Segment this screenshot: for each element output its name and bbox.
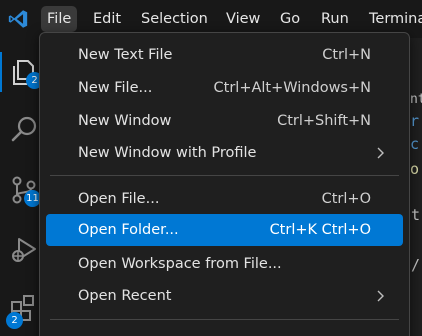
menu-item-new-file[interactable]: New File... Ctrl+Alt+Windows+N (46, 72, 403, 104)
menu-run[interactable]: Run (315, 6, 355, 32)
menu-go[interactable]: Go (274, 6, 306, 32)
menu-item-label: New Text File (78, 47, 173, 63)
menu-file[interactable]: File (41, 6, 78, 32)
menu-item-shortcut: Ctrl+N (322, 47, 371, 63)
chevron-right-icon (377, 147, 384, 159)
menu-item-label: New Window (78, 113, 172, 129)
source-control-button[interactable]: 11 (8, 174, 41, 207)
file-menu-dropdown: New Text File Ctrl+N New File... Ctrl+Al… (39, 32, 410, 336)
editor-text-fragment: c (410, 135, 420, 153)
editor-text-fragment: t (411, 206, 421, 224)
menu-separator (50, 175, 399, 176)
search-button[interactable] (8, 114, 40, 146)
menu-item-label: New File... (78, 80, 153, 96)
menu-item-new-text-file[interactable]: New Text File Ctrl+N (46, 39, 403, 71)
menu-item-shortcut: Ctrl+Shift+N (277, 113, 371, 129)
menu-item-label: Open Recent (78, 288, 172, 304)
explorer-button[interactable]: 2 (8, 56, 43, 89)
editor-text-fragment: / (411, 256, 421, 274)
menu-item-open-file[interactable]: Open File... Ctrl+O (46, 183, 403, 215)
vscode-logo-icon[interactable] (7, 8, 29, 30)
menu-item-open-recent[interactable]: Open Recent (46, 280, 403, 312)
extensions-badge: 2 (6, 312, 23, 329)
menu-item-label: Open Folder... (78, 222, 179, 238)
menu-separator (50, 319, 399, 320)
menu-item-shortcut: Ctrl+K Ctrl+O (269, 222, 371, 238)
vscode-window: File Edit Selection View Go Run Terminal… (0, 0, 422, 336)
menu-item-shortcut: Ctrl+O (321, 191, 371, 207)
menu-item-new-window-with-profile[interactable]: New Window with Profile (46, 137, 403, 169)
menu-item-new-window[interactable]: New Window Ctrl+Shift+N (46, 105, 403, 137)
editor-text-fragment: o (410, 160, 420, 178)
menu-item-label: New Window with Profile (78, 145, 257, 161)
chevron-right-icon (377, 290, 384, 302)
search-icon (11, 116, 37, 142)
menu-edit[interactable]: Edit (87, 6, 127, 32)
menu-terminal[interactable]: Terminal (363, 6, 422, 32)
extensions-button[interactable]: 2 (6, 292, 40, 329)
menu-item-open-workspace-from-file[interactable]: Open Workspace from File... (46, 248, 403, 280)
menu-item-label: Open File... (78, 191, 160, 207)
run-debug-icon (12, 238, 36, 262)
menu-item-open-folder[interactable]: Open Folder... Ctrl+K Ctrl+O (46, 214, 403, 246)
active-view-indicator (0, 52, 2, 92)
menu-item-label: Open Workspace from File... (78, 256, 282, 272)
menu-item-shortcut: Ctrl+Alt+Windows+N (213, 80, 371, 96)
editor-text-fragment: r (410, 112, 420, 130)
editor-text-fragment: nt (410, 92, 422, 107)
menu-view[interactable]: View (220, 6, 266, 32)
menu-selection[interactable]: Selection (135, 6, 214, 32)
run-debug-button[interactable] (8, 234, 40, 266)
